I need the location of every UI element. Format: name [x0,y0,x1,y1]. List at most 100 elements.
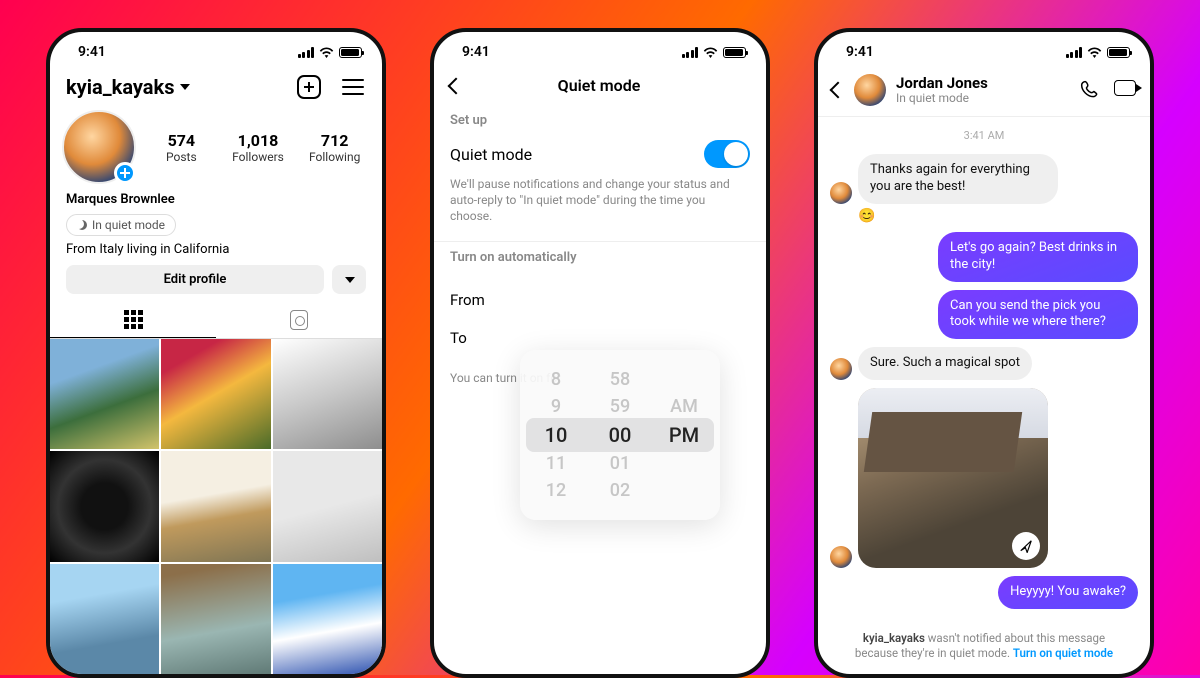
following-label: Following [303,150,366,164]
share-button[interactable] [1012,532,1040,560]
status-bar: 9:41 [50,32,382,66]
posts-label: Posts [150,150,213,164]
cellular-icon [682,47,699,58]
section-setup-label: Set up [434,105,766,138]
section-auto-label: Turn on automatically [434,242,766,275]
phone-dm: 9:41 Jordan Jones In quiet mode 3:41 AM … [814,28,1154,678]
message-incoming: Thanks again for everything you are the … [830,154,1138,204]
message-bubble[interactable]: Sure. Such a magical spot [858,347,1032,380]
battery-icon [339,47,362,58]
wifi-icon [703,47,718,58]
sender-avatar[interactable] [830,546,852,568]
quiet-mode-chip[interactable]: In quiet mode [66,214,176,236]
hamburger-icon [342,79,364,95]
contact-avatar[interactable] [854,74,886,106]
phone-settings: 9:41 Quiet mode Set up Quiet mode We'll … [430,28,770,678]
share-icon [1019,539,1033,553]
post-thumbnail[interactable] [161,339,270,449]
contact-name: Jordan Jones [896,75,988,92]
message-bubble[interactable]: Let's go again? Best drinks in the city! [938,232,1138,282]
cellular-icon [298,47,315,58]
message-outgoing: Can you send the pick you took while we … [830,290,1138,340]
turn-on-quiet-mode-link[interactable]: Turn on quiet mode [1013,646,1113,660]
cellular-icon [1066,47,1083,58]
status-icons [682,47,747,58]
post-thumbnail[interactable] [161,451,270,561]
status-icons [1066,47,1131,58]
quiet-mode-description: We'll pause notifications and change you… [434,174,766,242]
stat-following[interactable]: 712 Following [303,131,366,164]
message-bubble[interactable]: Heyyyy! You awake? [998,576,1138,609]
sender-avatar[interactable] [830,358,852,380]
quiet-mode-notice: kyia_kayaks wasn't notified about this m… [818,623,1150,674]
message-incoming-image [830,388,1138,568]
battery-icon [1107,47,1130,58]
post-thumbnail[interactable] [161,564,270,674]
profile-tabs [50,302,382,339]
post-thumbnail[interactable] [273,339,382,449]
message-incoming: Sure. Such a magical spot [830,347,1138,380]
post-thumbnail[interactable] [50,564,159,674]
call-button[interactable] [1080,80,1100,100]
tab-grid[interactable] [50,302,216,338]
dm-thread[interactable]: 3:41 AM Thanks again for everything you … [818,117,1150,623]
tagged-icon [290,310,308,330]
message-reaction[interactable]: 😊 [858,208,1138,224]
edit-profile-button[interactable]: Edit profile [66,265,324,294]
tab-tagged[interactable] [216,302,382,338]
post-thumbnail[interactable] [273,451,382,561]
username-text: kyia_kayaks [66,75,174,99]
post-thumbnail[interactable] [273,564,382,674]
create-button[interactable] [296,74,322,100]
contact-info[interactable]: Jordan Jones In quiet mode [896,75,988,106]
followers-count: 1,018 [227,131,290,150]
moon-icon [77,220,87,230]
picker-ampm-selected: PM [669,423,699,447]
status-time: 9:41 [846,44,874,60]
sender-avatar[interactable] [830,182,852,204]
from-row[interactable]: From [450,281,750,319]
message-bubble[interactable]: Can you send the pick you took while we … [938,290,1138,340]
display-name: Marques Brownlee [66,192,366,207]
bio-text: From Italy living in California [66,242,366,257]
picker-hour-selected: 10 [545,423,568,447]
profile-buttons: Edit profile [50,265,382,302]
stat-followers[interactable]: 1,018 Followers [227,131,290,164]
username-dropdown[interactable]: kyia_kayaks [66,75,190,99]
message-outgoing: Heyyyy! You awake? [830,576,1138,609]
message-bubble[interactable]: Thanks again for everything you are the … [858,154,1058,204]
quiet-chip-label: In quiet mode [92,218,165,232]
stat-posts[interactable]: 574 Posts [150,131,213,164]
video-call-button[interactable] [1114,80,1136,96]
following-count: 712 [303,131,366,150]
time-picker[interactable]: 8 9 10 11 12 58 59 00 01 02 AM PM [520,350,720,520]
suggestions-button[interactable] [332,265,366,294]
chevron-down-icon [180,84,190,90]
contact-status: In quiet mode [896,91,988,105]
back-button[interactable] [830,82,847,99]
wifi-icon [1087,47,1102,58]
add-story-badge[interactable] [114,162,136,184]
menu-button[interactable] [340,74,366,100]
profile-header: kyia_kayaks [50,66,382,104]
post-thumbnail[interactable] [50,451,159,561]
grid-icon [124,310,143,329]
picker-minute-selected: 00 [609,423,632,447]
phone-profile: 9:41 kyia_kayaks 574 Posts 1,018 Followe… [46,28,386,678]
settings-header: Quiet mode [434,66,766,105]
quiet-mode-row-label: Quiet mode [450,145,532,164]
message-outgoing: Let's go again? Best drinks in the city! [830,232,1138,282]
chevron-down-icon [345,277,355,283]
bio-section: Marques Brownlee In quiet mode From Ital… [50,188,382,265]
dm-header-actions [1080,80,1136,100]
page-title: Quiet mode [448,76,750,95]
quiet-mode-toggle[interactable] [704,140,750,168]
dm-timestamp: 3:41 AM [830,125,1138,146]
photo-grid [50,339,382,674]
post-thumbnail[interactable] [50,339,159,449]
wifi-icon [319,47,334,58]
image-message[interactable] [858,388,1048,568]
status-bar: 9:41 [818,32,1150,66]
status-bar: 9:41 [434,32,766,66]
avatar[interactable] [62,110,136,184]
